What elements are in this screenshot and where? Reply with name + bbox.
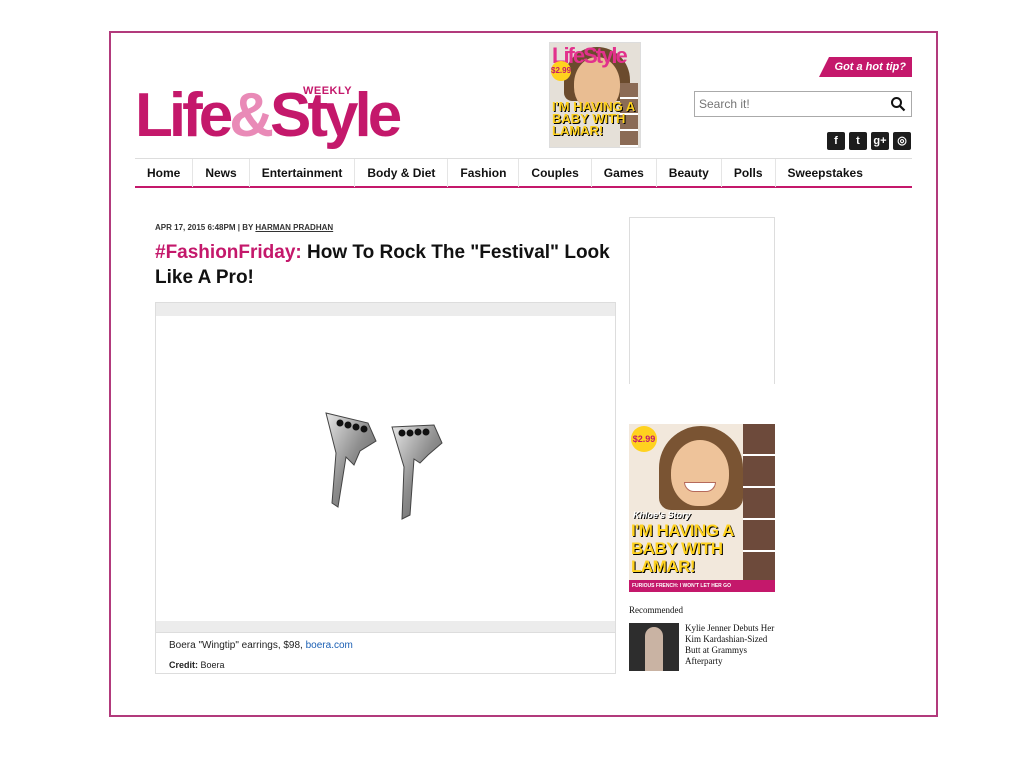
- article-image-gallery: Boera "Wingtip" earrings, $98, boera.com…: [155, 302, 616, 674]
- nav-item-fashion[interactable]: Fashion: [448, 158, 520, 187]
- nav-item-games[interactable]: Games: [592, 158, 657, 187]
- image-caption: Boera "Wingtip" earrings, $98, boera.com: [169, 640, 353, 651]
- cover-price-badge: $2.99: [551, 61, 571, 81]
- nav-item-news[interactable]: News: [193, 158, 250, 187]
- logo-weekly: WEEKLY: [303, 85, 353, 97]
- nav-item-beauty[interactable]: Beauty: [657, 158, 722, 187]
- recommended-heading: Recommended: [629, 605, 683, 615]
- cover-price-badge: $2.99: [631, 426, 657, 452]
- article-author-link[interactable]: HARMAN PRADHAN: [255, 223, 333, 232]
- search-box: [694, 91, 912, 117]
- social-icons: f t g+ ◎: [827, 132, 911, 150]
- logo-ampersand: &: [229, 81, 274, 150]
- cover-face: [671, 440, 729, 506]
- cover-bottom-banner: FURIOUS FRENCH: I WON'T LET HER GO: [629, 580, 775, 592]
- cover-side-photos: [743, 424, 775, 592]
- cover-headline: I'M HAVING A BABY WITH LAMAR!: [552, 99, 635, 138]
- caption-link[interactable]: boera.com: [306, 640, 353, 651]
- cover-smile: [684, 482, 716, 492]
- search-icon[interactable]: [890, 96, 906, 112]
- google-plus-icon[interactable]: g+: [871, 132, 889, 150]
- magazine-cover-thumbnail[interactable]: LifeStyle $2.99 I'M HAVING A BABY WITH L…: [549, 42, 641, 148]
- hot-tip-button[interactable]: Got a hot tip?: [819, 57, 912, 77]
- sidebar-ad-slot: [629, 217, 775, 384]
- site-logo[interactable]: Life&Style WEEKLY: [135, 73, 402, 153]
- article-date: APR 17, 2015 6:48PM: [155, 223, 236, 232]
- nav-item-couples[interactable]: Couples: [519, 158, 592, 187]
- credit-label: Credit:: [169, 660, 198, 670]
- search-input[interactable]: [699, 95, 879, 113]
- nav-item-entertainment[interactable]: Entertainment: [250, 158, 356, 187]
- twitter-icon[interactable]: t: [849, 132, 867, 150]
- gallery-top-bar: [156, 303, 615, 316]
- earrings-image[interactable]: [316, 393, 456, 533]
- article-by: BY: [242, 223, 254, 232]
- nav-item-polls[interactable]: Polls: [722, 158, 776, 187]
- main-nav: Home News Entertainment Body & Diet Fash…: [135, 158, 912, 188]
- recommended-title-link[interactable]: Kylie Jenner Debuts Her Kim Kardashian-S…: [685, 623, 777, 667]
- cover-headline: I'M HAVING A BABY WITH LAMAR!: [631, 521, 734, 576]
- page-frame: Life&Style WEEKLY LifeStyle $2.99 I'M HA…: [109, 31, 938, 717]
- image-credit: Credit: Boera: [169, 660, 225, 670]
- facebook-icon[interactable]: f: [827, 132, 845, 150]
- thumbnail-figure: [645, 627, 663, 671]
- headline-hashtag[interactable]: #FashionFriday:: [155, 242, 302, 263]
- gallery-bottom-bar: [156, 621, 615, 633]
- nav-item-sweepstakes[interactable]: Sweepstakes: [776, 159, 875, 187]
- logo-wordmark: Life&Style: [135, 85, 402, 147]
- caption-text: Boera "Wingtip" earrings, $98,: [169, 640, 303, 651]
- recommended-thumbnail[interactable]: [629, 623, 679, 671]
- nav-item-body-diet[interactable]: Body & Diet: [355, 158, 449, 187]
- credit-value: Boera: [200, 660, 225, 670]
- magazine-cover-promo[interactable]: $2.99 Khloe's Story I'M HAVING A BABY WI…: [629, 424, 775, 592]
- logo-life: Life: [135, 81, 233, 150]
- instagram-icon[interactable]: ◎: [893, 132, 911, 150]
- article-headline: #FashionFriday: How To Rock The "Festiva…: [155, 240, 615, 290]
- nav-item-home[interactable]: Home: [135, 158, 194, 187]
- cover-story-label: Khloe's Story: [633, 510, 691, 520]
- article-meta: APR 17, 2015 6:48PM | BY HARMAN PRADHAN: [155, 223, 334, 232]
